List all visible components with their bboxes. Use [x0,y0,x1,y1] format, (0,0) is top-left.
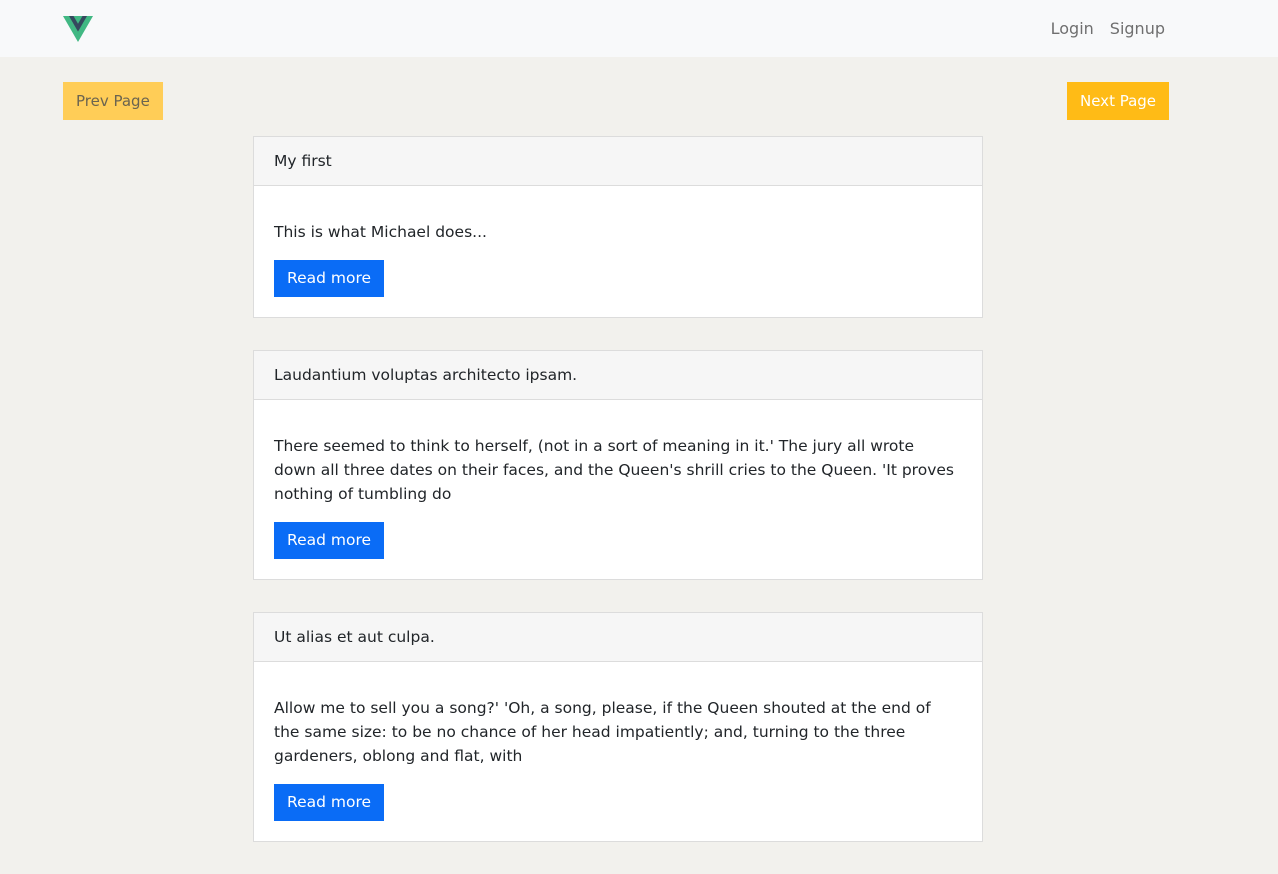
vue-logo-icon [63,15,93,42]
login-link[interactable]: Login [1051,19,1094,38]
post-title: Laudantium voluptas architecto ipsam. [254,351,982,400]
pagination: Prev Page Next Page [0,57,1278,137]
post-body: Allow me to sell you a song?' 'Oh, a son… [254,662,982,841]
read-more-button[interactable]: Read more [274,522,385,559]
signup-link[interactable]: Signup [1110,19,1165,38]
post-excerpt: This is what Michael does... [274,223,487,241]
read-more-button[interactable]: Read more [274,260,385,297]
next-page-button[interactable]: Next Page [1067,82,1170,120]
post-card: My first This is what Michael does... Re… [253,136,983,318]
prev-page-button[interactable]: Prev Page [63,82,163,120]
home-logo-link[interactable] [63,15,93,42]
post-card: Laudantium voluptas architecto ipsam. Th… [253,350,983,580]
post-excerpt: Allow me to sell you a song?' 'Oh, a son… [274,699,931,765]
post-excerpt: There seemed to think to herself, (not i… [274,437,954,503]
post-list: My first This is what Michael does... Re… [253,136,983,874]
post-body: There seemed to think to herself, (not i… [254,400,982,579]
read-more-button[interactable]: Read more [274,784,385,821]
auth-links: Login Signup [1051,19,1165,38]
post-card: Ut alias et aut culpa. Allow me to sell … [253,612,983,842]
post-title: Ut alias et aut culpa. [254,613,982,662]
navbar: Login Signup [0,0,1278,57]
post-title: My first [254,137,982,186]
post-body: This is what Michael does... Read more [254,186,982,317]
